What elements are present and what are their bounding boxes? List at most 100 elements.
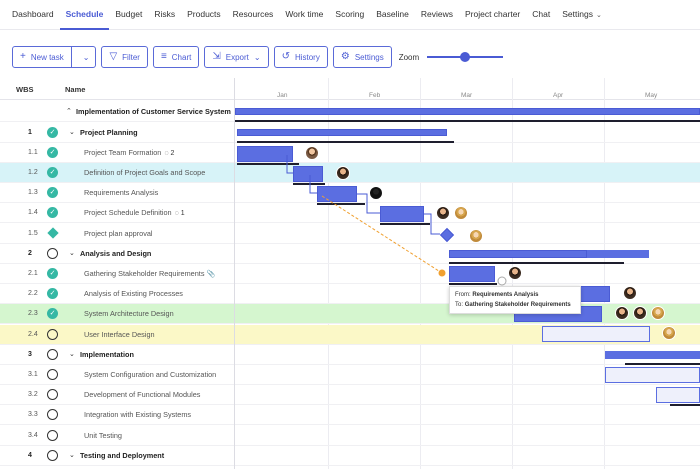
gantt-task-bar[interactable] [542, 326, 650, 342]
task-row[interactable]: 1.1 ✓ Project Team Formation ◌ 2 [0, 143, 700, 163]
task-row[interactable]: 2.1 ✓ Gathering Stakeholder Requirements 📎 [0, 264, 700, 285]
status-cell[interactable]: ✓ [47, 267, 58, 279]
nav-chat[interactable]: Chat [526, 0, 556, 30]
chevron-down-icon[interactable]: ⌄ [69, 249, 75, 257]
status-cell[interactable] [47, 429, 58, 441]
status-cell[interactable]: ✓ [47, 166, 58, 178]
status-cell[interactable] [47, 449, 58, 461]
name-column-header[interactable]: Name [65, 85, 85, 94]
chevron-down-icon[interactable]: ⌄ [69, 128, 75, 136]
chart-button[interactable]: ≡ Chart [152, 46, 200, 68]
avatar [662, 326, 676, 340]
wbs-cell: 3.3 [28, 411, 38, 419]
task-name: Testing and Deployment [80, 451, 164, 460]
wbs-cell: 1.2 [28, 168, 38, 176]
gantt-task-bar[interactable] [380, 206, 424, 222]
task-name: System Configuration and Customization [84, 370, 216, 379]
nav-work-time[interactable]: Work time [279, 0, 329, 30]
wbs-cell: 2.1 [28, 269, 38, 277]
new-task-main[interactable]: + New task [13, 47, 72, 67]
nav-dashboard[interactable]: Dashboard [6, 0, 60, 30]
status-cell[interactable]: ✓ [47, 308, 58, 320]
status-cell[interactable]: ✓ [47, 288, 58, 300]
gantt-task-bar[interactable] [293, 166, 323, 182]
status-cell[interactable] [47, 368, 58, 380]
task-name-text: Project Planning [80, 127, 138, 137]
gantt-task-bar[interactable] [237, 146, 293, 162]
nav-risks[interactable]: Risks [148, 0, 181, 30]
status-cell[interactable]: ✓ [47, 146, 58, 158]
task-name: Project Schedule Definition ◌ 1 [84, 208, 185, 217]
chevron-down-icon[interactable]: ⌄ [69, 451, 75, 459]
month-label-apr: Apr [553, 92, 564, 99]
status-cell[interactable] [47, 328, 58, 340]
gantt-task-bar[interactable] [317, 186, 357, 202]
tooltip-from: From: Requirements Analysis [455, 290, 575, 300]
gantt-task-bar[interactable] [449, 266, 495, 282]
nav-baseline[interactable]: Baseline [370, 0, 415, 30]
nav-settings[interactable]: Settings ⌄ [556, 0, 608, 30]
task-row[interactable]: 3.2 Development of Functional Modules [0, 385, 700, 406]
nav-products[interactable]: Products [181, 0, 227, 30]
task-row[interactable]: 4 ⌄ Testing and Deployment [0, 446, 700, 466]
task-row[interactable]: 3 ⌄ Implementation [0, 345, 700, 365]
task-row[interactable]: 1.4 ✓ Project Schedule Definition ◌ 1 [0, 203, 700, 224]
comment-icon[interactable]: ◌ 2 [164, 150, 174, 157]
task-name: Gathering Stakeholder Requirements 📎 [84, 269, 215, 278]
export-button[interactable]: ⇲ Export ⌄ [204, 46, 269, 68]
nav-schedule[interactable]: Schedule [59, 0, 110, 30]
status-cell[interactable] [47, 409, 58, 421]
circle-icon [47, 247, 58, 259]
baseline-bar [449, 283, 497, 285]
gantt-summary-bar[interactable] [605, 351, 700, 359]
timeline-header: Jan Feb Mar Apr May [235, 78, 700, 100]
task-row[interactable]: 1.2 ✓ Definition of Project Goals and Scop… [0, 162, 700, 184]
grid-divider[interactable] [234, 78, 235, 469]
circle-icon [47, 368, 58, 380]
chevron-down-icon[interactable]: ⌄ [69, 350, 75, 358]
status-cell[interactable]: ✓ [47, 187, 58, 199]
status-cell[interactable] [47, 348, 58, 360]
avatar [623, 286, 637, 300]
status-cell[interactable] [47, 247, 58, 259]
collapse-all-icon[interactable]: ⌃ [66, 107, 72, 115]
status-cell[interactable]: ✓ [47, 126, 58, 138]
zoom-slider[interactable] [427, 52, 504, 62]
gantt-summary-bar[interactable] [237, 129, 447, 136]
nav-resources[interactable]: Resources [227, 0, 280, 30]
status-cell[interactable] [46, 227, 59, 239]
wbs-cell: 4 [28, 451, 32, 459]
task-row[interactable]: 1.5 Project plan approval [0, 224, 700, 244]
task-row[interactable]: 3.4 Unit Testing [0, 426, 700, 446]
task-name: Analysis and Design [80, 249, 151, 258]
task-row[interactable]: 3.1 System Configuration and Customizatio… [0, 365, 700, 386]
task-name-text: Integration with Existing Systems [84, 410, 192, 420]
nav-scoring[interactable]: Scoring [329, 0, 370, 30]
attachment-icon[interactable]: 📎 [206, 271, 215, 278]
filter-button[interactable]: ▽ Filter [101, 46, 148, 68]
nav-project-charter[interactable]: Project charter [459, 0, 526, 30]
tooltip-to: To: Gathering Stakeholder Requirements [455, 300, 575, 310]
task-name-text: Project Schedule Definition [84, 208, 172, 218]
status-cell[interactable]: ✓ [47, 207, 58, 219]
zoom-slider-thumb[interactable] [460, 52, 471, 62]
nav-reviews[interactable]: Reviews [415, 0, 459, 30]
check-icon: ✓ [47, 267, 58, 279]
status-cell[interactable] [47, 389, 58, 401]
history-button[interactable]: ↺ History [273, 46, 328, 68]
gantt-task-bar[interactable] [656, 387, 700, 403]
gantt-task-bar[interactable] [605, 367, 700, 383]
wbs-column-header[interactable]: WBS [16, 85, 34, 94]
export-label: Export [225, 52, 249, 62]
chevron-down-icon[interactable]: ⌄ [77, 53, 96, 62]
task-name-text: Project Team Formation [84, 147, 162, 157]
comment-icon[interactable]: ◌ 1 [175, 210, 185, 217]
task-name-text: Analysis of Existing Processes [84, 289, 183, 299]
new-task-button[interactable]: + New task ⌄ [12, 46, 97, 68]
check-icon: ✓ [47, 146, 58, 158]
gantt-root-bar[interactable] [235, 108, 700, 115]
settings-button[interactable]: ⚙ Settings [332, 46, 392, 68]
task-row[interactable]: 3.3 Integration with Existing Systems [0, 405, 700, 426]
avatar [436, 206, 450, 220]
nav-budget[interactable]: Budget [109, 0, 148, 30]
